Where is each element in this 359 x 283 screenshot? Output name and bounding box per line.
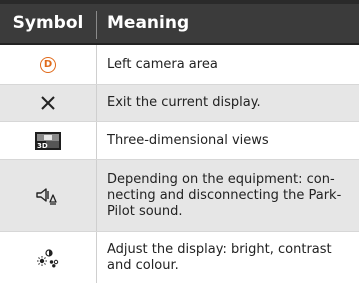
- meaning-line: Pilot sound.: [107, 203, 183, 219]
- table-row: Depending on the equipment: con- necting…: [0, 160, 359, 232]
- meaning-line: Depending on the equipment: con-: [107, 171, 335, 187]
- header-symbol: Symbol: [12, 13, 84, 33]
- symbol-cell: [0, 160, 96, 231]
- meaning-cell: Left camera area: [107, 45, 351, 84]
- table-header: Symbol Meaning: [0, 4, 359, 45]
- meaning-line: Exit the current display.: [107, 95, 261, 110]
- meaning-cell: Exit the current display.: [107, 85, 351, 121]
- meaning-cell: Adjust the display: bright, contrast and…: [107, 232, 351, 283]
- column-divider: [96, 45, 97, 84]
- symbol-table: Symbol Meaning D Left camera area Exit t…: [0, 0, 359, 283]
- column-divider: [96, 122, 97, 159]
- meaning-line: and colour.: [107, 257, 179, 273]
- close-x-icon: [41, 96, 55, 110]
- table-row: 3D Three-dimensional views: [0, 122, 359, 160]
- header-divider: [96, 11, 97, 39]
- symbol-cell: 3D: [0, 122, 96, 159]
- table-row: D Left camera area: [0, 45, 359, 85]
- three-dimensional-view-icon: 3D: [35, 131, 61, 150]
- meaning-cell: Depending on the equipment: con- necting…: [107, 160, 351, 231]
- table-row: Exit the current display.: [0, 85, 359, 122]
- column-divider: [96, 160, 97, 231]
- column-divider: [96, 85, 97, 121]
- display-settings-icon: [37, 248, 59, 267]
- symbol-cell: [0, 85, 96, 121]
- three-d-label: 3D: [37, 142, 48, 150]
- symbol-cell: D: [0, 45, 96, 84]
- meaning-line: Three-dimensional views: [107, 132, 269, 148]
- speaker-mute-icon: [36, 187, 57, 205]
- meaning-line: Adjust the display: bright, contrast: [107, 241, 332, 257]
- d-circle-icon: D: [40, 56, 56, 73]
- symbol-cell: [0, 232, 96, 283]
- table-row: Adjust the display: bright, contrast and…: [0, 232, 359, 283]
- column-divider: [96, 232, 97, 283]
- meaning-line: necting and disconnecting the Park-: [107, 187, 342, 203]
- meaning-cell: Three-dimensional views: [107, 122, 351, 159]
- header-meaning: Meaning: [107, 13, 190, 33]
- meaning-line: Left camera area: [107, 56, 218, 72]
